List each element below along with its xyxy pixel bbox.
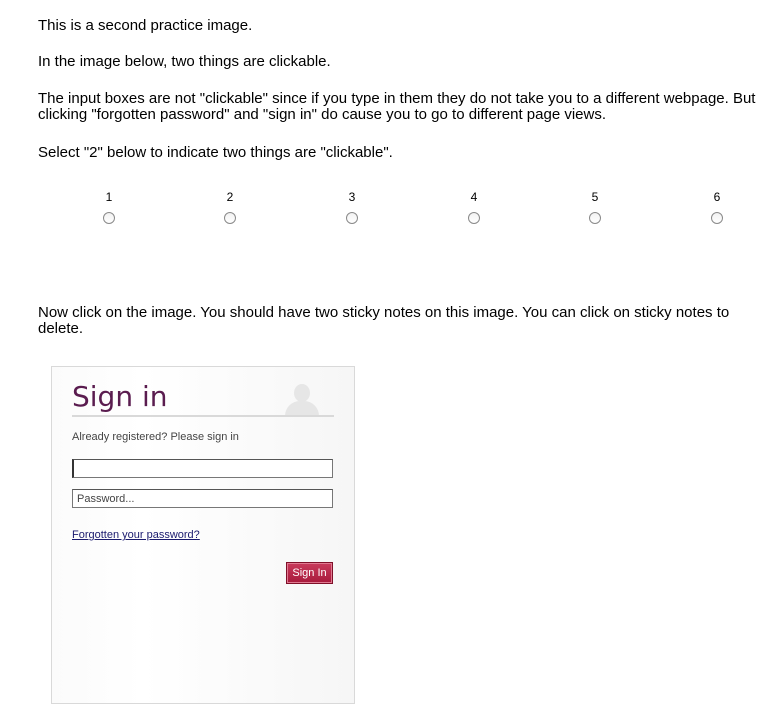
scale-label-5: 5 bbox=[591, 190, 599, 204]
radio-5[interactable] bbox=[589, 212, 601, 224]
scale-option-4[interactable]: 4 bbox=[459, 190, 489, 224]
radio-6[interactable] bbox=[711, 212, 723, 224]
instruction-explanation: The input boxes are not "clickable" sinc… bbox=[38, 90, 756, 123]
scale-label-4: 4 bbox=[470, 190, 478, 204]
sign-in-button[interactable]: Sign In bbox=[286, 562, 333, 584]
scale-label-6: 6 bbox=[713, 190, 721, 204]
radio-4[interactable] bbox=[468, 212, 480, 224]
scale-option-5[interactable]: 5 bbox=[580, 190, 610, 224]
scale-label-2: 2 bbox=[226, 190, 234, 204]
rating-scale: 1 2 3 4 5 6 bbox=[0, 190, 779, 230]
radio-2[interactable] bbox=[224, 212, 236, 224]
scale-option-1[interactable]: 1 bbox=[94, 190, 124, 224]
user-silhouette-icon bbox=[285, 384, 319, 416]
scale-option-3[interactable]: 3 bbox=[337, 190, 367, 224]
login-input[interactable] bbox=[72, 459, 333, 478]
instruction-clickable-count: In the image below, two things are click… bbox=[38, 53, 331, 70]
signin-subtitle: Already registered? Please sign in bbox=[72, 431, 239, 443]
radio-3[interactable] bbox=[346, 212, 358, 224]
title-divider bbox=[72, 415, 334, 417]
instruction-click-image: Now click on the image. You should have … bbox=[38, 304, 730, 337]
instruction-select: Select "2" below to indicate two things … bbox=[38, 144, 393, 161]
radio-1[interactable] bbox=[103, 212, 115, 224]
password-input[interactable] bbox=[72, 489, 333, 508]
scale-label-1: 1 bbox=[105, 190, 113, 204]
instruction-intro: This is a second practice image. bbox=[38, 17, 253, 34]
scale-option-6[interactable]: 6 bbox=[702, 190, 732, 224]
signin-title: Sign in bbox=[72, 380, 168, 413]
scale-option-2[interactable]: 2 bbox=[215, 190, 245, 224]
forgot-password-link[interactable]: Forgotten your password? bbox=[72, 529, 200, 541]
scale-label-3: 3 bbox=[348, 190, 356, 204]
signin-screenshot-image[interactable]: Sign in Already registered? Please sign … bbox=[51, 366, 355, 704]
